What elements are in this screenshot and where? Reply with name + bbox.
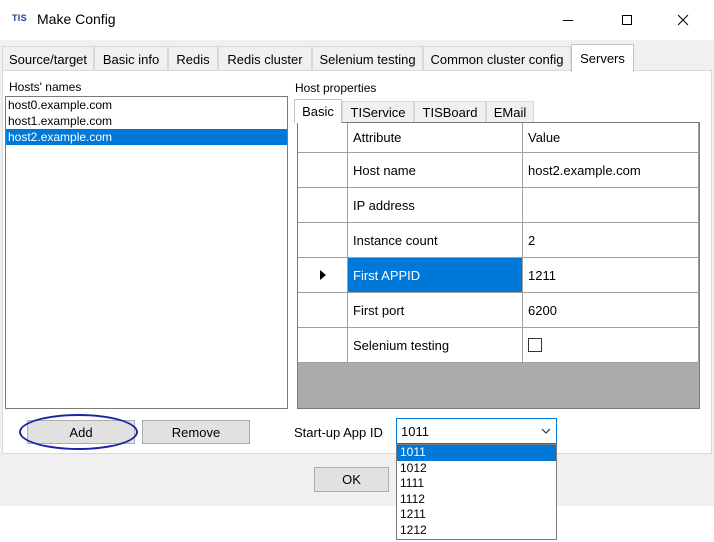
tab-servers[interactable]: Servers bbox=[571, 44, 634, 72]
close-button[interactable] bbox=[660, 0, 706, 40]
startup-app-id-dropdown-list[interactable]: 1011 1012 1111 1112 1211 1212 bbox=[396, 444, 557, 540]
value-cell[interactable]: 2 bbox=[523, 223, 699, 258]
dropdown-option[interactable]: 1111 bbox=[397, 476, 556, 492]
grid-header-row: Attribute Value bbox=[298, 123, 699, 153]
tab-source-target[interactable]: Source/target bbox=[2, 46, 94, 71]
tab-redis-cluster[interactable]: Redis cluster bbox=[218, 46, 312, 71]
row-header[interactable] bbox=[298, 153, 348, 188]
grid-row-selenium-testing: Selenium testing bbox=[298, 328, 699, 363]
make-config-window: TIS Make Config Source/target Basic info… bbox=[0, 0, 714, 506]
attribute-cell[interactable]: IP address bbox=[348, 188, 523, 223]
subtab-basic[interactable]: Basic bbox=[294, 99, 342, 123]
attribute-cell[interactable]: Instance count bbox=[348, 223, 523, 258]
row-header[interactable] bbox=[298, 293, 348, 328]
host-list-item[interactable]: host1.example.com bbox=[6, 113, 287, 129]
value-cell[interactable]: 1211 bbox=[523, 258, 699, 293]
row-header[interactable] bbox=[298, 188, 348, 223]
value-cell[interactable] bbox=[523, 328, 699, 363]
grid-row-host-name: Host name host2.example.com bbox=[298, 153, 699, 188]
startup-app-id-label: Start-up App ID bbox=[294, 425, 383, 440]
tab-selenium-testing[interactable]: Selenium testing bbox=[312, 46, 423, 71]
host-list-item-selected[interactable]: host2.example.com bbox=[6, 129, 287, 145]
title-bar: TIS Make Config bbox=[0, 0, 714, 40]
value-cell[interactable]: 6200 bbox=[523, 293, 699, 328]
host-properties-label: Host properties bbox=[295, 81, 377, 95]
current-row-arrow-icon bbox=[319, 270, 326, 280]
subtab-email[interactable]: EMail bbox=[486, 101, 534, 122]
host-list-item[interactable]: host0.example.com bbox=[6, 97, 287, 113]
minimize-button[interactable] bbox=[545, 0, 591, 40]
row-header-current[interactable] bbox=[298, 258, 348, 293]
dropdown-option-highlighted[interactable]: 1011 bbox=[397, 445, 556, 461]
grid-row-instance-count: Instance count 2 bbox=[298, 223, 699, 258]
subtab-tiservice[interactable]: TIService bbox=[342, 101, 414, 122]
window-title: Make Config bbox=[37, 11, 116, 27]
dropdown-option[interactable]: 1112 bbox=[397, 492, 556, 508]
dropdown-option[interactable]: 1012 bbox=[397, 461, 556, 477]
tab-basic-info[interactable]: Basic info bbox=[94, 46, 168, 71]
attribute-column-header[interactable]: Attribute bbox=[348, 123, 523, 153]
remove-button[interactable]: Remove bbox=[142, 420, 250, 444]
chevron-down-icon bbox=[541, 428, 551, 434]
row-header[interactable] bbox=[298, 328, 348, 363]
grid-row-ip-address: IP address bbox=[298, 188, 699, 223]
attribute-cell[interactable]: First port bbox=[348, 293, 523, 328]
properties-grid: Attribute Value Host name host2.example.… bbox=[297, 122, 700, 409]
value-column-header[interactable]: Value bbox=[523, 123, 699, 153]
minimize-icon bbox=[563, 20, 573, 21]
attribute-cell-selected[interactable]: First APPID bbox=[348, 258, 523, 293]
maximize-button[interactable] bbox=[604, 0, 650, 40]
hosts-listbox[interactable]: host0.example.com host1.example.com host… bbox=[5, 96, 288, 409]
ok-button[interactable]: OK bbox=[314, 467, 389, 492]
dropdown-option[interactable]: 1211 bbox=[397, 507, 556, 523]
row-header-corner bbox=[298, 123, 348, 153]
tab-common-cluster-config[interactable]: Common cluster config bbox=[423, 46, 571, 71]
attribute-cell[interactable]: Host name bbox=[348, 153, 523, 188]
selenium-testing-checkbox[interactable] bbox=[528, 338, 542, 352]
value-cell[interactable]: host2.example.com bbox=[523, 153, 699, 188]
grid-row-first-port: First port 6200 bbox=[298, 293, 699, 328]
hosts-names-label: Hosts' names bbox=[9, 80, 82, 94]
add-button-highlight-ellipse bbox=[19, 414, 138, 450]
subtab-tisboard[interactable]: TISBoard bbox=[414, 101, 486, 122]
maximize-icon bbox=[622, 15, 632, 25]
startup-app-id-combobox[interactable]: 1011 bbox=[396, 418, 557, 444]
value-cell[interactable] bbox=[523, 188, 699, 223]
row-header[interactable] bbox=[298, 223, 348, 258]
tab-redis[interactable]: Redis bbox=[168, 46, 218, 71]
startup-app-id-value: 1011 bbox=[401, 424, 429, 439]
dropdown-option[interactable]: 1212 bbox=[397, 523, 556, 539]
grid-row-first-appid: First APPID 1211 bbox=[298, 258, 699, 293]
app-logo-icon: TIS bbox=[12, 13, 27, 23]
attribute-cell[interactable]: Selenium testing bbox=[348, 328, 523, 363]
close-icon bbox=[677, 14, 689, 26]
